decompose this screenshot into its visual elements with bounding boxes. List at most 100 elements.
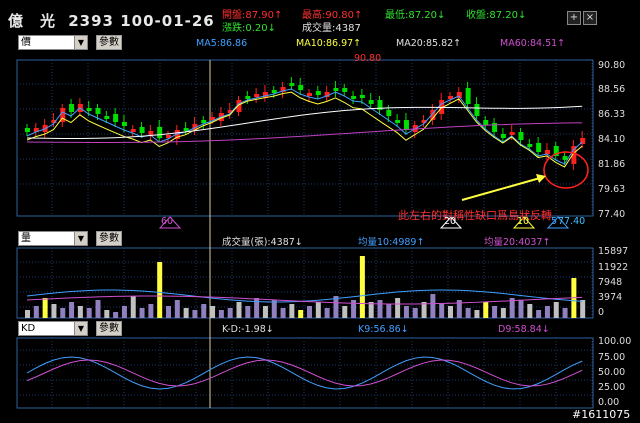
volume-bar xyxy=(342,306,348,318)
candle-body xyxy=(254,94,260,97)
volume-bar xyxy=(157,262,163,318)
candle-body xyxy=(474,104,480,116)
d-line xyxy=(26,359,583,387)
candle-body xyxy=(157,127,163,138)
annotation-arrow xyxy=(461,177,541,201)
price-axis-tick: 86.33 xyxy=(598,109,626,120)
volume-bar xyxy=(86,308,92,318)
candle-body xyxy=(359,95,365,98)
volume-bar xyxy=(562,308,568,318)
volume-axis-tick: 0 xyxy=(598,307,605,318)
candle-body xyxy=(509,132,515,135)
volume-bar xyxy=(25,310,30,318)
volume-bar xyxy=(403,306,409,318)
candle-body xyxy=(113,114,119,122)
candle-body xyxy=(333,88,339,91)
volume-bar xyxy=(315,302,321,318)
volume-bar xyxy=(121,306,127,318)
volume-bar xyxy=(324,308,330,318)
ma10-marker: 10 xyxy=(517,216,530,227)
volume-axis-tick: 3974 xyxy=(598,292,623,303)
volume-bar xyxy=(236,302,242,318)
price-axis-tick: 81.86 xyxy=(598,159,626,170)
volume-bar xyxy=(130,296,136,318)
candle-body xyxy=(271,90,277,93)
volume-bar xyxy=(183,308,189,318)
volume-bar xyxy=(500,308,506,318)
candle-body xyxy=(465,88,471,104)
volume-bar xyxy=(474,310,480,318)
volume-axis-tick: 15897 xyxy=(598,246,629,257)
volume-bar xyxy=(148,304,154,318)
volume-bar xyxy=(351,300,357,318)
volume-bar xyxy=(307,306,312,318)
volume-bar xyxy=(580,300,586,318)
volume-bar xyxy=(33,306,39,318)
volume-bar xyxy=(395,298,401,318)
volume-bar xyxy=(174,300,180,318)
volume-bar xyxy=(448,306,453,318)
candle-body xyxy=(86,108,92,111)
volume-bar xyxy=(104,310,110,318)
kd-axis-tick: 25.00 xyxy=(598,382,626,393)
price-axis-tick: 88.56 xyxy=(598,84,626,95)
candle-body xyxy=(368,100,374,104)
volume-bar xyxy=(359,256,365,318)
price-axis-tick: 84.10 xyxy=(598,134,626,145)
candle-body xyxy=(518,132,524,140)
volume-bar xyxy=(421,302,427,318)
volume-bar xyxy=(412,308,418,318)
peak-price-label: 90.80 xyxy=(354,53,382,64)
candle-body xyxy=(536,143,542,152)
volume-bar xyxy=(95,300,101,318)
candle-body xyxy=(527,144,533,147)
ma5-marker: 5 xyxy=(551,216,558,227)
volume-bar xyxy=(218,310,224,318)
candle-body xyxy=(25,128,30,132)
volume-bar xyxy=(60,308,66,318)
volume-bar xyxy=(113,312,119,318)
candle-body xyxy=(544,150,550,154)
volume-bar xyxy=(553,302,559,318)
volume-bar xyxy=(439,304,445,318)
volume-bar xyxy=(254,298,260,318)
kd-axis-tick: 0.00 xyxy=(598,397,620,408)
kd-axis-tick: 75.00 xyxy=(598,352,626,363)
candle-body xyxy=(289,83,295,86)
candle-body xyxy=(562,156,568,160)
price-axis-tick: 90.80 xyxy=(598,60,626,71)
volume-bar xyxy=(280,308,286,318)
candle-body xyxy=(315,91,321,95)
volume-bar xyxy=(271,300,277,318)
price-axis-tick: 79.63 xyxy=(598,184,626,195)
candle-body xyxy=(69,104,75,112)
candle-body xyxy=(298,85,304,90)
candle-body xyxy=(342,88,348,92)
volume-bar xyxy=(483,302,489,318)
price-axis-tick: 77.40 xyxy=(598,209,626,220)
volume-bar xyxy=(377,300,383,318)
candle-body xyxy=(130,129,136,132)
volume-axis-tick: 11922 xyxy=(598,262,629,273)
volume-bar xyxy=(210,306,216,318)
kd-axis-tick: 50.00 xyxy=(598,367,626,378)
volume-bar xyxy=(536,310,542,318)
volume-bar xyxy=(465,308,471,318)
ma20-marker: 20 xyxy=(444,216,457,227)
volume-bar xyxy=(544,306,550,318)
candle-body xyxy=(351,96,357,99)
kd-axis-tick: 100.00 xyxy=(598,336,632,347)
volume-bar xyxy=(42,298,48,318)
volume-bar xyxy=(527,304,533,318)
candle-body xyxy=(245,96,251,99)
volume-bar xyxy=(430,294,436,318)
candle-body xyxy=(403,120,409,130)
candle-body xyxy=(95,108,101,114)
volume-bar xyxy=(227,308,233,318)
volume-bar xyxy=(518,300,524,318)
avg-volume-20-line xyxy=(26,295,583,305)
ma10-line xyxy=(26,91,583,168)
k-line xyxy=(26,356,583,390)
low-price-label: 77.40 xyxy=(558,216,586,227)
candle-body xyxy=(483,120,489,125)
